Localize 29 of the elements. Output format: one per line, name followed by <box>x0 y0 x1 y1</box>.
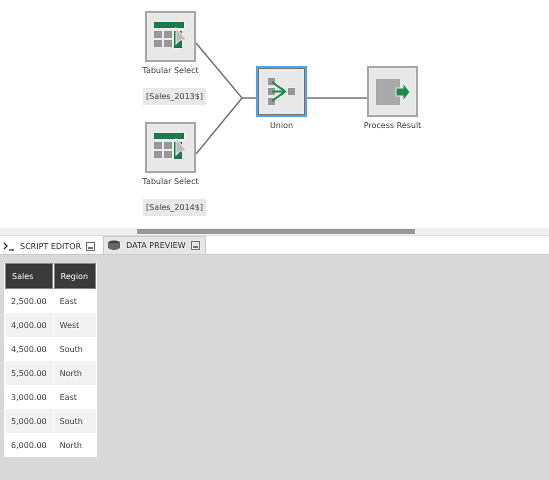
connector-line <box>307 97 367 99</box>
merge-icon <box>268 78 296 106</box>
table-cell: North <box>54 361 96 385</box>
node-box[interactable] <box>145 122 196 173</box>
database-icon <box>107 240 122 251</box>
table-cell: South <box>54 409 96 433</box>
table-cell: 5,500.00 <box>5 361 53 385</box>
table-cell: 5,000.00 <box>5 409 53 433</box>
minimize-icon[interactable] <box>190 241 200 250</box>
node-label: Tabular Select <box>141 66 200 75</box>
terminal-icon <box>3 242 15 250</box>
node-box[interactable] <box>145 11 196 62</box>
node-box[interactable] <box>256 66 307 117</box>
table-cell: 4,000.00 <box>5 313 53 337</box>
table-cell: West <box>54 313 96 337</box>
node-box[interactable] <box>367 66 418 117</box>
minimize-icon[interactable] <box>86 242 96 250</box>
source-tag: [Sales_2013$] <box>143 88 206 105</box>
column-header: Region <box>54 263 96 289</box>
source-tag: [Sales_2014$] <box>143 199 206 216</box>
node-label: Process Result <box>362 121 422 130</box>
scrollbar-thumb[interactable] <box>137 229 415 234</box>
node-label: Union <box>268 121 294 130</box>
column-header: Sales <box>5 263 53 289</box>
node-label: Tabular Select <box>141 177 200 186</box>
horizontal-scrollbar[interactable] <box>0 228 549 236</box>
export-icon <box>376 78 410 104</box>
panel-tab[interactable]: DATA PREVIEW <box>103 236 206 254</box>
panel-tab[interactable]: SCRIPT EDITOR <box>0 238 100 254</box>
